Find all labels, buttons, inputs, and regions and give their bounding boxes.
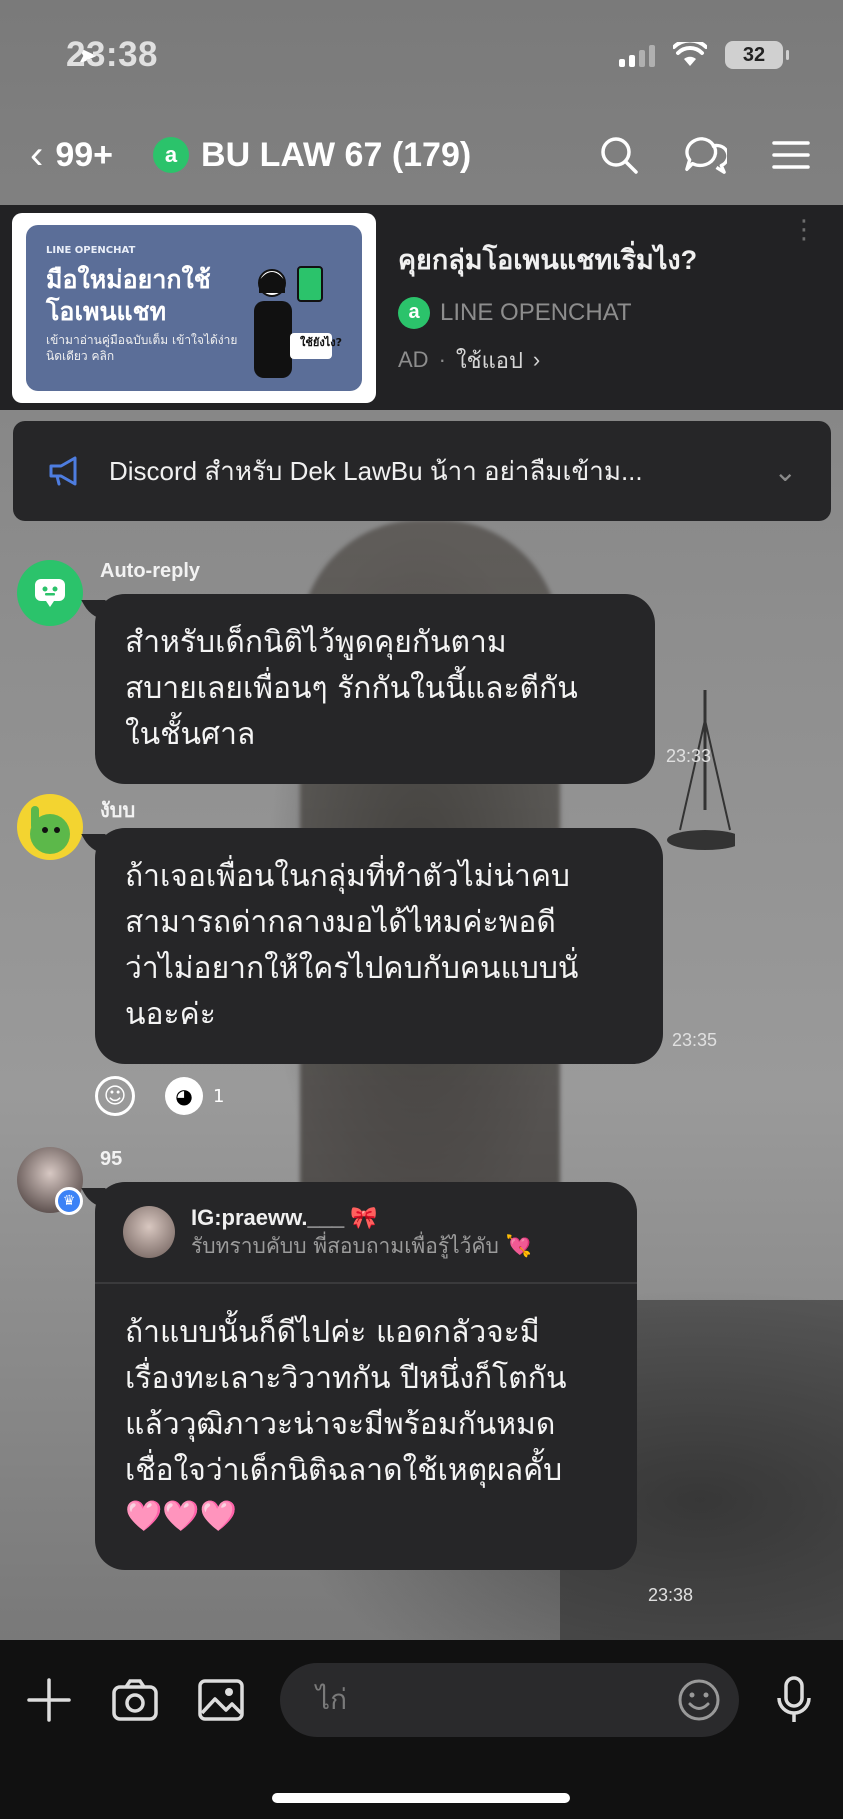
ad-thumb-subtext: เข้ามาอ่านคู่มือฉบับเต็ม เข้าใจได้ง่ายนิ…: [46, 332, 238, 363]
green-character-avatar-icon: [30, 806, 70, 854]
battery-indicator: 32: [725, 41, 789, 69]
avatar-auto-reply[interactable]: [17, 560, 83, 626]
home-indicator: [272, 1793, 570, 1803]
line-openchat-logo-icon: a: [398, 296, 430, 329]
reaction-count-number: 1: [213, 1085, 225, 1107]
camera-icon[interactable]: [108, 1673, 162, 1727]
ad-thumb-brand: LINE OPENCHAT: [46, 244, 136, 256]
chat-bubbles-icon[interactable]: [683, 133, 727, 177]
sender-name: Auto-reply: [100, 560, 200, 582]
message-line: 🩷🩷🩷: [125, 1499, 238, 1534]
message-line: สบายเลยเพื่อนๆ รักกันในนี้และตีกัน: [125, 671, 578, 706]
chat-title-text: BU LAW 67 (179): [201, 135, 472, 174]
plus-icon[interactable]: [22, 1673, 76, 1727]
sender-name: 95: [100, 1148, 123, 1170]
ad-thumb-headline: มือใหม่อยากใช้ โอเพนแชท: [46, 264, 211, 326]
quoted-text: รับทราบคับบ พี่สอบถามเพื่อรู้ไว้คับ 💘: [191, 1234, 532, 1258]
quoted-message[interactable]: IG:praeww.___ 🎀 รับทราบคับบ พี่สอบถามเพื…: [95, 1182, 637, 1284]
message-time: 23:35: [672, 1030, 718, 1050]
microphone-icon[interactable]: [767, 1673, 821, 1727]
clock: 23:38: [66, 35, 159, 74]
bot-chat-icon: [35, 579, 65, 607]
message-line: เรื่องทะเลาะวิวาทกัน ปีหนึ่งก็โตกัน: [125, 1361, 567, 1396]
ad-title[interactable]: คุยกลุ่มโอเพนแชทเริ่มไง?: [398, 238, 843, 281]
reply-message-bubble[interactable]: IG:praeww.___ 🎀 รับทราบคับบ พี่สอบถามเพื…: [95, 1182, 637, 1570]
admin-crown-icon: ♛: [55, 1187, 83, 1215]
emoji-icon[interactable]: [677, 1678, 721, 1722]
message-input-placeholder: ไก่: [316, 1683, 348, 1716]
openchat-icon: a: [153, 137, 190, 173]
image-icon[interactable]: [194, 1673, 248, 1727]
person-with-phone-illustration: [254, 265, 332, 378]
separator-dot: ·: [438, 347, 446, 372]
quoted-avatar: [123, 1206, 175, 1258]
megaphone-icon: [49, 456, 77, 486]
announcement-bar[interactable]: Discord สำหรับ Dek LawBu น้าา อย่าลืมเข้…: [13, 421, 831, 521]
status-bar: 23:38 ➤ 32: [0, 0, 843, 110]
sender-name: งับบ: [100, 800, 136, 822]
ad-more-options-icon[interactable]: ⋮: [791, 217, 817, 243]
ad-brand-name: LINE OPENCHAT: [440, 298, 632, 326]
message-bubble[interactable]: สำหรับเด็กนิติไว้พูดคุยกันตาม สบายเลยเพื…: [95, 594, 655, 784]
ad-label: AD: [398, 347, 429, 372]
cellular-signal-icon: [619, 43, 655, 67]
chat-header: ‹ 99+ a BU LAW 67 (179): [0, 110, 843, 200]
back-button[interactable]: ‹ 99+: [30, 133, 113, 178]
message-line: ในชั้นศาล: [125, 717, 256, 752]
message-bubble[interactable]: ถ้าเจอเพื่อนในกลุ่มที่ทำตัวไม่น่าคบ สามา…: [95, 828, 663, 1064]
message-time: 23:33: [666, 746, 712, 766]
avatar-user[interactable]: [17, 794, 83, 860]
ad-thumbnail[interactable]: LINE OPENCHAT มือใหม่อยากใช้ โอเพนแชท เข…: [12, 212, 376, 403]
message-line: ว่าไม่อยากให้ใครไปคบกับคนแบบนั่: [125, 951, 579, 986]
message-line: สามารถด่ากลางมอได้ไหมค่ะพอดี: [125, 905, 556, 940]
chevron-right-icon: ›: [532, 347, 541, 372]
wifi-icon: [673, 42, 707, 66]
message-line: แล้ววุฒิภาวะน่าจะมีพร้อมกันหมด: [125, 1407, 556, 1442]
chevron-left-icon: ‹: [30, 132, 44, 177]
quoted-sender: IG:praeww.___ 🎀: [191, 1205, 378, 1230]
message-line: สำหรับเด็กนิติไว้พูดคุยกันตาม: [125, 625, 507, 660]
reaction-count[interactable]: ◕ 1: [165, 1077, 224, 1115]
message-line: เชื่อใจว่าเด็กนิติฉลาดใช้เหตุผลคั้บ: [125, 1453, 563, 1488]
message-line: ถ้าแบบนั้นก็ดีไปค่ะ แอดกลัวจะมี: [125, 1315, 540, 1350]
message-input[interactable]: ไก่: [280, 1663, 739, 1737]
ad-banner[interactable]: LINE OPENCHAT มือใหม่อยากใช้ โอเพนแชท เข…: [0, 205, 843, 410]
chat-title[interactable]: a BU LAW 67 (179): [153, 136, 471, 175]
chevron-down-icon[interactable]: ⌄: [774, 455, 797, 488]
unread-count: 99+: [55, 135, 114, 174]
add-reaction-icon[interactable]: ☺: [95, 1076, 135, 1116]
reaction-row: ☺ ◕ 1: [95, 1076, 224, 1116]
menu-icon[interactable]: [769, 133, 813, 177]
message-line: นอะค่ะ: [125, 997, 216, 1032]
reaction-face-icon: ◕: [165, 1077, 203, 1115]
announcement-text: Discord สำหรับ Dek LawBu น้าา อย่าลืมเข้…: [109, 455, 643, 486]
ad-action-link[interactable]: ใช้แอป: [456, 343, 523, 378]
message-time: 23:38: [648, 1585, 694, 1605]
message-line: ถ้าเจอเพื่อนในกลุ่มที่ทำตัวไม่น่าคบ: [125, 859, 570, 894]
ad-thumb-bubble: ใช้ยังไง?: [300, 335, 342, 349]
search-icon[interactable]: [597, 133, 641, 177]
